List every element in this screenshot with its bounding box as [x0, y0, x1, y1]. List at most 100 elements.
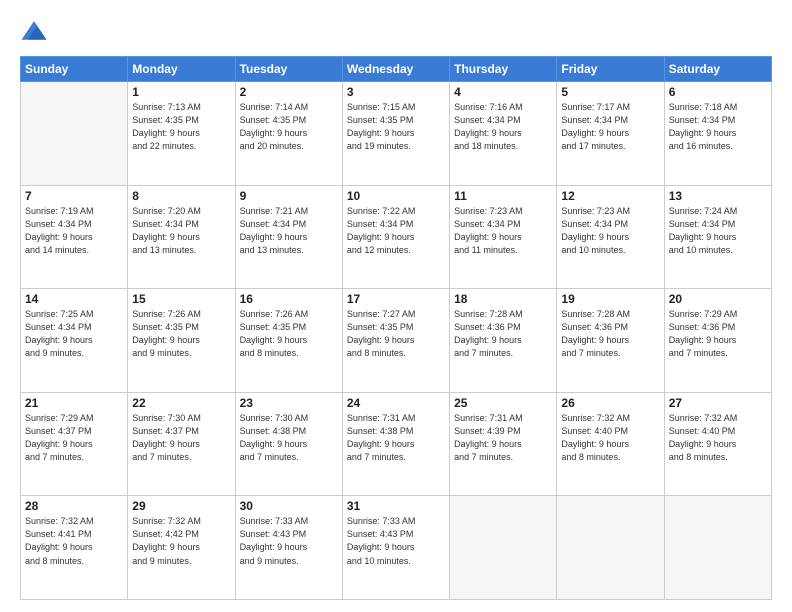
day-info: Sunrise: 7:22 AM Sunset: 4:34 PM Dayligh…	[347, 205, 445, 257]
calendar-cell	[21, 82, 128, 186]
week-row-2: 7 Sunrise: 7:19 AM Sunset: 4:34 PM Daylig…	[21, 185, 772, 289]
day-number: 6	[669, 85, 767, 99]
calendar-cell: 5Sunrise: 7:17 AM Sunset: 4:34 PM Daylig…	[557, 82, 664, 186]
day-number: 30	[240, 499, 338, 513]
calendar-cell: 15 Sunrise: 7:26 AM Sunset: 4:35 PM Dayli…	[128, 289, 235, 393]
calendar-cell: 1Sunrise: 7:13 AM Sunset: 4:35 PM Daylig…	[128, 82, 235, 186]
weekday-header-thursday: Thursday	[450, 57, 557, 82]
day-number: 12	[561, 189, 659, 203]
day-number: 31	[347, 499, 445, 513]
calendar-cell: 12 Sunrise: 7:23 AM Sunset: 4:34 PM Dayli…	[557, 185, 664, 289]
week-row-5: 28 Sunrise: 7:32 AM Sunset: 4:41 PM Dayli…	[21, 496, 772, 600]
calendar-cell: 17 Sunrise: 7:27 AM Sunset: 4:35 PM Dayli…	[342, 289, 449, 393]
calendar-cell: 30 Sunrise: 7:33 AM Sunset: 4:43 PM Dayli…	[235, 496, 342, 600]
day-info: Sunrise: 7:26 AM Sunset: 4:35 PM Dayligh…	[132, 308, 230, 360]
day-number: 13	[669, 189, 767, 203]
day-info: Sunrise: 7:32 AM Sunset: 4:42 PM Dayligh…	[132, 515, 230, 567]
calendar-table: SundayMondayTuesdayWednesdayThursdayFrid…	[20, 56, 772, 600]
calendar-cell: 20 Sunrise: 7:29 AM Sunset: 4:36 PM Dayli…	[664, 289, 771, 393]
weekday-header-wednesday: Wednesday	[342, 57, 449, 82]
day-number: 7	[25, 189, 123, 203]
day-info: Sunrise: 7:25 AM Sunset: 4:34 PM Dayligh…	[25, 308, 123, 360]
calendar-cell: 9Sunrise: 7:21 AM Sunset: 4:34 PM Daylig…	[235, 185, 342, 289]
day-info: Sunrise: 7:30 AM Sunset: 4:37 PM Dayligh…	[132, 412, 230, 464]
calendar-cell: 4 Sunrise: 7:16 AM Sunset: 4:34 PM Daylig…	[450, 82, 557, 186]
day-number: 16	[240, 292, 338, 306]
day-number: 2	[240, 85, 338, 99]
week-row-3: 14 Sunrise: 7:25 AM Sunset: 4:34 PM Dayli…	[21, 289, 772, 393]
day-number: 23	[240, 396, 338, 410]
day-info: Sunrise: 7:14 AM Sunset: 4:35 PM Dayligh…	[240, 101, 338, 153]
calendar-cell: 19 Sunrise: 7:28 AM Sunset: 4:36 PM Dayli…	[557, 289, 664, 393]
calendar-cell: 10 Sunrise: 7:22 AM Sunset: 4:34 PM Dayli…	[342, 185, 449, 289]
calendar-cell: 27 Sunrise: 7:32 AM Sunset: 4:40 PM Dayli…	[664, 392, 771, 496]
day-number: 20	[669, 292, 767, 306]
calendar-cell: 14 Sunrise: 7:25 AM Sunset: 4:34 PM Dayli…	[21, 289, 128, 393]
calendar-cell	[450, 496, 557, 600]
day-info: Sunrise: 7:26 AM Sunset: 4:35 PM Dayligh…	[240, 308, 338, 360]
day-number: 19	[561, 292, 659, 306]
calendar-cell: 28 Sunrise: 7:32 AM Sunset: 4:41 PM Dayli…	[21, 496, 128, 600]
day-number: 28	[25, 499, 123, 513]
day-number: 15	[132, 292, 230, 306]
day-number: 24	[347, 396, 445, 410]
weekday-header-friday: Friday	[557, 57, 664, 82]
day-info: Sunrise: 7:19 AM Sunset: 4:34 PM Dayligh…	[25, 205, 123, 257]
weekday-header-monday: Monday	[128, 57, 235, 82]
day-info: Sunrise: 7:29 AM Sunset: 4:36 PM Dayligh…	[669, 308, 767, 360]
calendar-cell: 7 Sunrise: 7:19 AM Sunset: 4:34 PM Daylig…	[21, 185, 128, 289]
day-number: 26	[561, 396, 659, 410]
calendar-cell: 16 Sunrise: 7:26 AM Sunset: 4:35 PM Dayli…	[235, 289, 342, 393]
calendar-cell: 6Sunrise: 7:18 AM Sunset: 4:34 PM Daylig…	[664, 82, 771, 186]
day-info: Sunrise: 7:33 AM Sunset: 4:43 PM Dayligh…	[347, 515, 445, 567]
day-info: Sunrise: 7:27 AM Sunset: 4:35 PM Dayligh…	[347, 308, 445, 360]
weekday-header-tuesday: Tuesday	[235, 57, 342, 82]
day-info: Sunrise: 7:32 AM Sunset: 4:41 PM Dayligh…	[25, 515, 123, 567]
calendar-cell: 29Sunrise: 7:32 AM Sunset: 4:42 PM Dayli…	[128, 496, 235, 600]
day-info: Sunrise: 7:28 AM Sunset: 4:36 PM Dayligh…	[561, 308, 659, 360]
day-info: Sunrise: 7:31 AM Sunset: 4:39 PM Dayligh…	[454, 412, 552, 464]
day-number: 14	[25, 292, 123, 306]
day-info: Sunrise: 7:29 AM Sunset: 4:37 PM Dayligh…	[25, 412, 123, 464]
header	[20, 18, 772, 46]
day-number: 9	[240, 189, 338, 203]
day-number: 10	[347, 189, 445, 203]
day-info: Sunrise: 7:33 AM Sunset: 4:43 PM Dayligh…	[240, 515, 338, 567]
week-row-4: 21 Sunrise: 7:29 AM Sunset: 4:37 PM Dayli…	[21, 392, 772, 496]
day-info: Sunrise: 7:20 AM Sunset: 4:34 PM Dayligh…	[132, 205, 230, 257]
day-info: Sunrise: 7:28 AM Sunset: 4:36 PM Dayligh…	[454, 308, 552, 360]
day-info: Sunrise: 7:32 AM Sunset: 4:40 PM Dayligh…	[669, 412, 767, 464]
calendar-cell: 2 Sunrise: 7:14 AM Sunset: 4:35 PM Daylig…	[235, 82, 342, 186]
calendar-cell: 11Sunrise: 7:23 AM Sunset: 4:34 PM Dayli…	[450, 185, 557, 289]
day-number: 3	[347, 85, 445, 99]
day-info: Sunrise: 7:16 AM Sunset: 4:34 PM Dayligh…	[454, 101, 552, 153]
calendar-cell: 22 Sunrise: 7:30 AM Sunset: 4:37 PM Dayli…	[128, 392, 235, 496]
day-number: 25	[454, 396, 552, 410]
calendar-cell: 13Sunrise: 7:24 AM Sunset: 4:34 PM Dayli…	[664, 185, 771, 289]
day-info: Sunrise: 7:23 AM Sunset: 4:34 PM Dayligh…	[561, 205, 659, 257]
day-info: Sunrise: 7:30 AM Sunset: 4:38 PM Dayligh…	[240, 412, 338, 464]
day-number: 4	[454, 85, 552, 99]
day-number: 22	[132, 396, 230, 410]
weekday-header-sunday: Sunday	[21, 57, 128, 82]
day-info: Sunrise: 7:32 AM Sunset: 4:40 PM Dayligh…	[561, 412, 659, 464]
calendar-cell: 31 Sunrise: 7:33 AM Sunset: 4:43 PM Dayli…	[342, 496, 449, 600]
logo-icon	[20, 18, 48, 46]
calendar-cell: 26 Sunrise: 7:32 AM Sunset: 4:40 PM Dayli…	[557, 392, 664, 496]
page: SundayMondayTuesdayWednesdayThursdayFrid…	[0, 0, 792, 612]
calendar-cell: 8Sunrise: 7:20 AM Sunset: 4:34 PM Daylig…	[128, 185, 235, 289]
day-info: Sunrise: 7:17 AM Sunset: 4:34 PM Dayligh…	[561, 101, 659, 153]
weekday-header-row: SundayMondayTuesdayWednesdayThursdayFrid…	[21, 57, 772, 82]
day-number: 18	[454, 292, 552, 306]
day-number: 21	[25, 396, 123, 410]
day-info: Sunrise: 7:31 AM Sunset: 4:38 PM Dayligh…	[347, 412, 445, 464]
day-number: 17	[347, 292, 445, 306]
calendar-cell: 21 Sunrise: 7:29 AM Sunset: 4:37 PM Dayli…	[21, 392, 128, 496]
calendar-cell: 23 Sunrise: 7:30 AM Sunset: 4:38 PM Dayli…	[235, 392, 342, 496]
weekday-header-saturday: Saturday	[664, 57, 771, 82]
calendar-cell: 25 Sunrise: 7:31 AM Sunset: 4:39 PM Dayli…	[450, 392, 557, 496]
day-info: Sunrise: 7:13 AM Sunset: 4:35 PM Dayligh…	[132, 101, 230, 153]
day-number: 27	[669, 396, 767, 410]
day-number: 11	[454, 189, 552, 203]
calendar-cell: 24 Sunrise: 7:31 AM Sunset: 4:38 PM Dayli…	[342, 392, 449, 496]
